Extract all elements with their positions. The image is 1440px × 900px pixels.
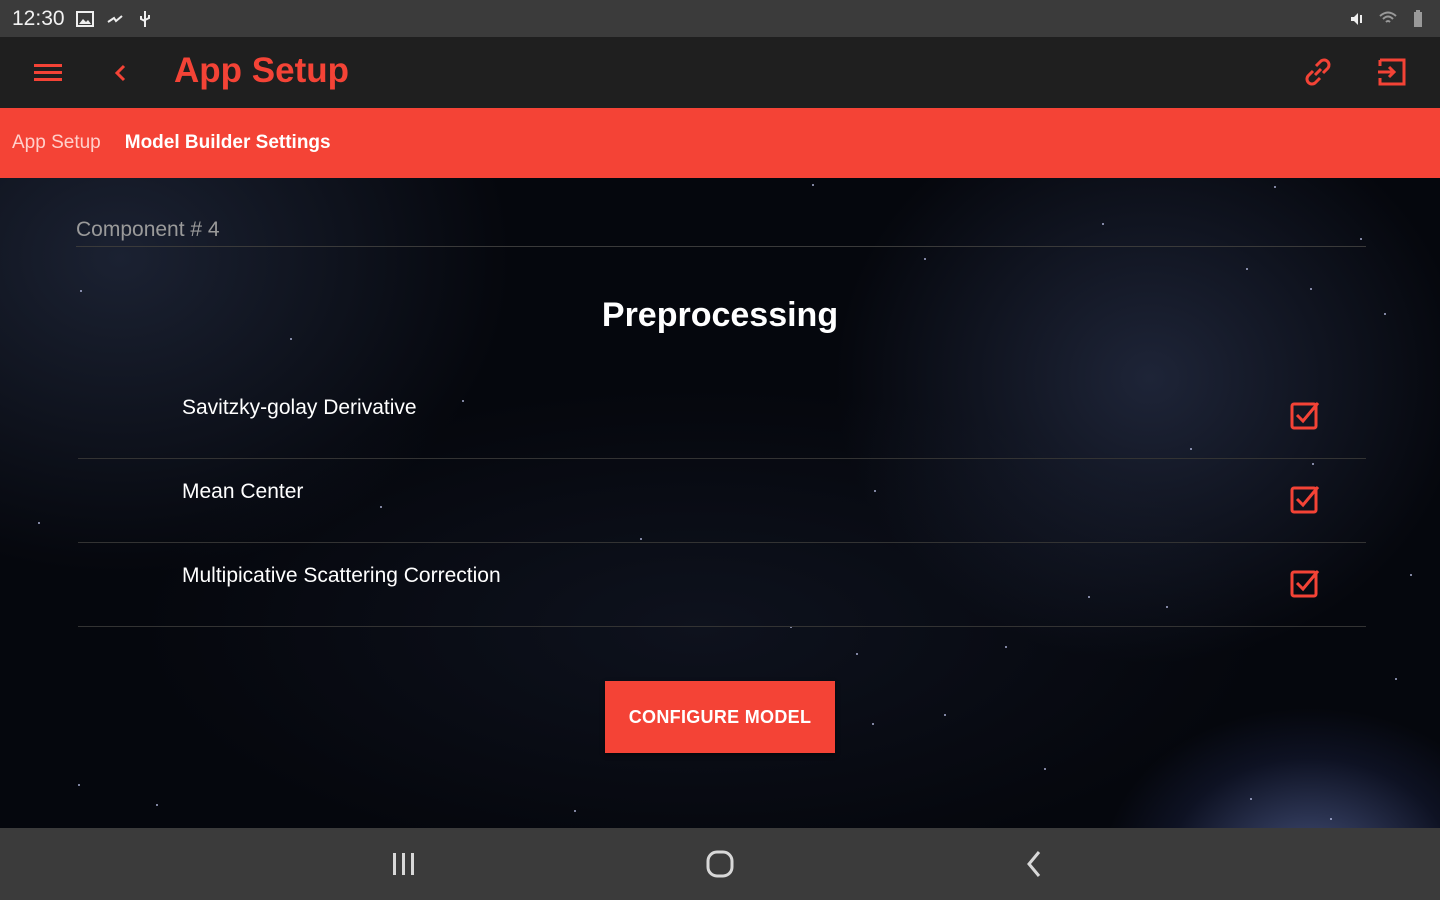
back-icon[interactable]	[1015, 846, 1055, 882]
option-label: Multipicative Scattering Correction	[182, 564, 501, 587]
status-bar: 12:30	[0, 0, 1440, 37]
app-bar: App Setup	[0, 37, 1440, 108]
back-icon[interactable]	[108, 57, 134, 89]
checkbox-checked-icon[interactable]	[1288, 566, 1322, 600]
image-icon	[75, 10, 94, 27]
logout-icon[interactable]	[1374, 54, 1410, 90]
option-label: Savitzky-golay Derivative	[182, 396, 417, 419]
configure-model-button[interactable]: CONFIGURE MODEL	[605, 681, 835, 753]
menu-icon[interactable]	[30, 57, 66, 89]
option-label: Mean Center	[182, 480, 304, 503]
status-right	[1348, 9, 1428, 29]
breadcrumb-app-setup[interactable]: App Setup	[12, 132, 101, 154]
usb-icon	[139, 10, 150, 27]
status-left: 12:30	[12, 7, 155, 31]
home-icon[interactable]	[700, 846, 740, 882]
option-row-multiplicative-scattering[interactable]: Multipicative Scattering Correction	[78, 542, 1366, 627]
divider	[76, 246, 1366, 247]
main-content: Component # 4 Preprocessing Savitzky-gol…	[0, 178, 1440, 828]
recents-icon[interactable]	[384, 846, 424, 882]
status-time: 12:30	[12, 6, 65, 30]
checkbox-checked-icon[interactable]	[1288, 398, 1322, 432]
breadcrumb: App Setup Model Builder Settings	[0, 108, 1440, 178]
cast-icon	[107, 14, 123, 23]
checkbox-checked-icon[interactable]	[1288, 482, 1322, 516]
link-icon[interactable]	[1300, 54, 1336, 90]
wifi-icon	[1379, 11, 1397, 23]
mute-icon	[1351, 12, 1362, 25]
battery-icon	[1414, 9, 1422, 27]
option-row-savitzky-golay[interactable]: Savitzky-golay Derivative	[78, 374, 1366, 459]
system-nav-bar	[0, 828, 1440, 900]
option-row-mean-center[interactable]: Mean Center	[78, 458, 1366, 543]
breadcrumb-model-builder-settings[interactable]: Model Builder Settings	[125, 132, 331, 154]
section-title: Preprocessing	[601, 296, 839, 334]
page-title: App Setup	[174, 51, 349, 90]
component-label: Component # 4	[76, 218, 220, 241]
